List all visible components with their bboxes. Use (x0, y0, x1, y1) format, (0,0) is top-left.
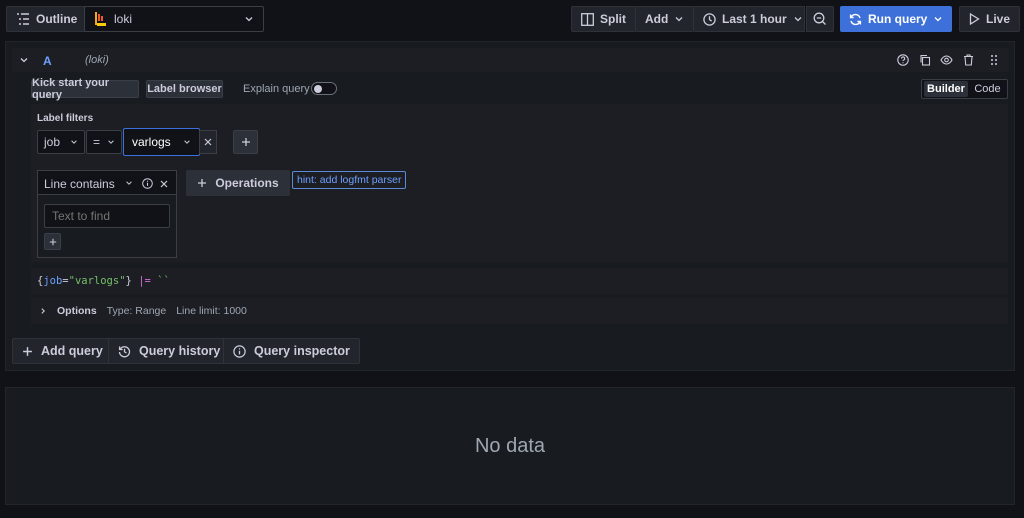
query-history-button[interactable]: Query history (108, 338, 231, 364)
results-panel: No data (5, 387, 1015, 505)
options-row[interactable]: Options Type: Range Line limit: 1000 (31, 298, 1008, 324)
outline-button[interactable]: Outline (6, 6, 88, 32)
operations-label: Operations (215, 176, 279, 190)
query-label-value: "varlogs" (68, 275, 126, 287)
close-icon (204, 138, 212, 146)
add-param-button[interactable] (44, 233, 61, 250)
duplicate-icon[interactable] (919, 54, 931, 66)
info-icon[interactable] (142, 178, 153, 189)
label-browser-button[interactable]: Label browser (146, 80, 223, 98)
chevron-down-icon[interactable] (933, 14, 943, 24)
raw-query-preview: {job = "varlogs"} |= `` (31, 268, 1008, 294)
outline-icon (17, 13, 29, 25)
mode-code-tab[interactable]: Code (970, 81, 1005, 97)
collapse-chevron-icon[interactable] (19, 55, 29, 65)
add-label: Add (645, 12, 669, 26)
close-icon[interactable] (160, 180, 168, 188)
chevron-right-icon (41, 308, 45, 314)
plus-icon (49, 238, 56, 245)
label-browser-label: Label browser (147, 83, 222, 95)
kick-start-button[interactable]: Kick start your query (31, 77, 139, 101)
label-key-value: job (44, 135, 61, 149)
live-button[interactable]: Live (959, 6, 1021, 32)
history-icon (118, 345, 131, 357)
operations-button[interactable]: Operations (186, 170, 290, 196)
plus-icon (23, 346, 32, 356)
split-icon (581, 12, 594, 26)
explain-query-label: Explain query (243, 83, 310, 95)
chevron-down-icon (184, 140, 190, 144)
time-range-label: Last 1 hour (722, 12, 787, 26)
clock-icon (703, 12, 716, 26)
plus-icon (198, 179, 207, 187)
label-value-value: varlogs (132, 135, 171, 149)
info-icon (233, 344, 246, 358)
query-history-label: Query history (139, 344, 221, 358)
split-button[interactable]: Split (571, 6, 636, 32)
zoom-out-button[interactable] (806, 6, 834, 32)
remove-filter-button[interactable] (199, 130, 217, 154)
live-label: Live (986, 12, 1011, 26)
query-row-header (12, 48, 1009, 72)
chevron-down-icon (794, 17, 802, 22)
toggle-knob (314, 84, 322, 93)
outline-label: Outline (36, 12, 78, 26)
drag-handle-icon[interactable] (990, 54, 998, 66)
query-inspector-label: Query inspector (254, 344, 350, 358)
chevron-down-icon[interactable] (125, 179, 133, 187)
run-query-label: Run query (868, 12, 928, 26)
options-line-limit: Line limit: 1000 (176, 305, 247, 317)
label-operator-value: = (93, 135, 101, 149)
query-inspector-button[interactable]: Query inspector (223, 338, 360, 364)
split-label: Split (600, 12, 626, 26)
add-filter-button[interactable] (233, 130, 258, 154)
run-query-button[interactable]: Run query (840, 6, 952, 32)
line-contains-input[interactable] (44, 204, 170, 228)
zoom-out-icon (813, 12, 826, 25)
no-data-text: No data (474, 434, 546, 457)
chevron-down-icon (71, 140, 77, 144)
mode-code-label: Code (974, 83, 1001, 95)
eye-icon[interactable] (940, 54, 953, 66)
hint-label: hint: add logfmt parser (297, 174, 402, 186)
add-query-label: Add query (41, 344, 103, 358)
label-filters-title: Label filters (37, 113, 94, 124)
datasource-picker[interactable]: loki (84, 6, 264, 32)
chevron-down-icon (245, 17, 253, 22)
play-icon (969, 13, 980, 25)
query-ref-id[interactable]: A (43, 54, 52, 68)
operation-title[interactable]: Line contains (44, 177, 115, 191)
query-line-string: `` (157, 275, 170, 287)
datasource-name: loki (114, 12, 133, 26)
help-icon[interactable] (897, 54, 909, 66)
chevron-down-icon (675, 17, 683, 22)
kick-start-label: Kick start your query (32, 77, 110, 101)
chevron-down-icon (108, 140, 114, 144)
query-label-key: job (43, 275, 63, 287)
refresh-icon (849, 13, 862, 25)
options-label: Options (57, 305, 97, 317)
hint-button[interactable]: hint: add logfmt parser (292, 171, 407, 189)
mode-builder-label: Builder (927, 83, 965, 95)
label-key-select[interactable]: job (37, 130, 85, 154)
plus-icon (241, 138, 250, 146)
query-datasource-hint: (loki) (85, 54, 109, 66)
label-operator-select[interactable]: = (86, 130, 122, 154)
loki-logo-icon (95, 12, 106, 26)
trash-icon[interactable] (963, 54, 974, 66)
options-type: Type: Range (106, 305, 167, 317)
mode-builder-tab[interactable]: Builder (924, 81, 968, 97)
query-pipe-operator: |= (138, 275, 151, 287)
add-dropdown-button[interactable]: Add (635, 6, 695, 32)
label-value-select[interactable]: varlogs (123, 128, 200, 156)
time-range-picker[interactable]: Last 1 hour (693, 6, 805, 32)
explain-query-toggle[interactable] (311, 82, 337, 95)
add-query-button[interactable]: Add query (12, 338, 113, 364)
